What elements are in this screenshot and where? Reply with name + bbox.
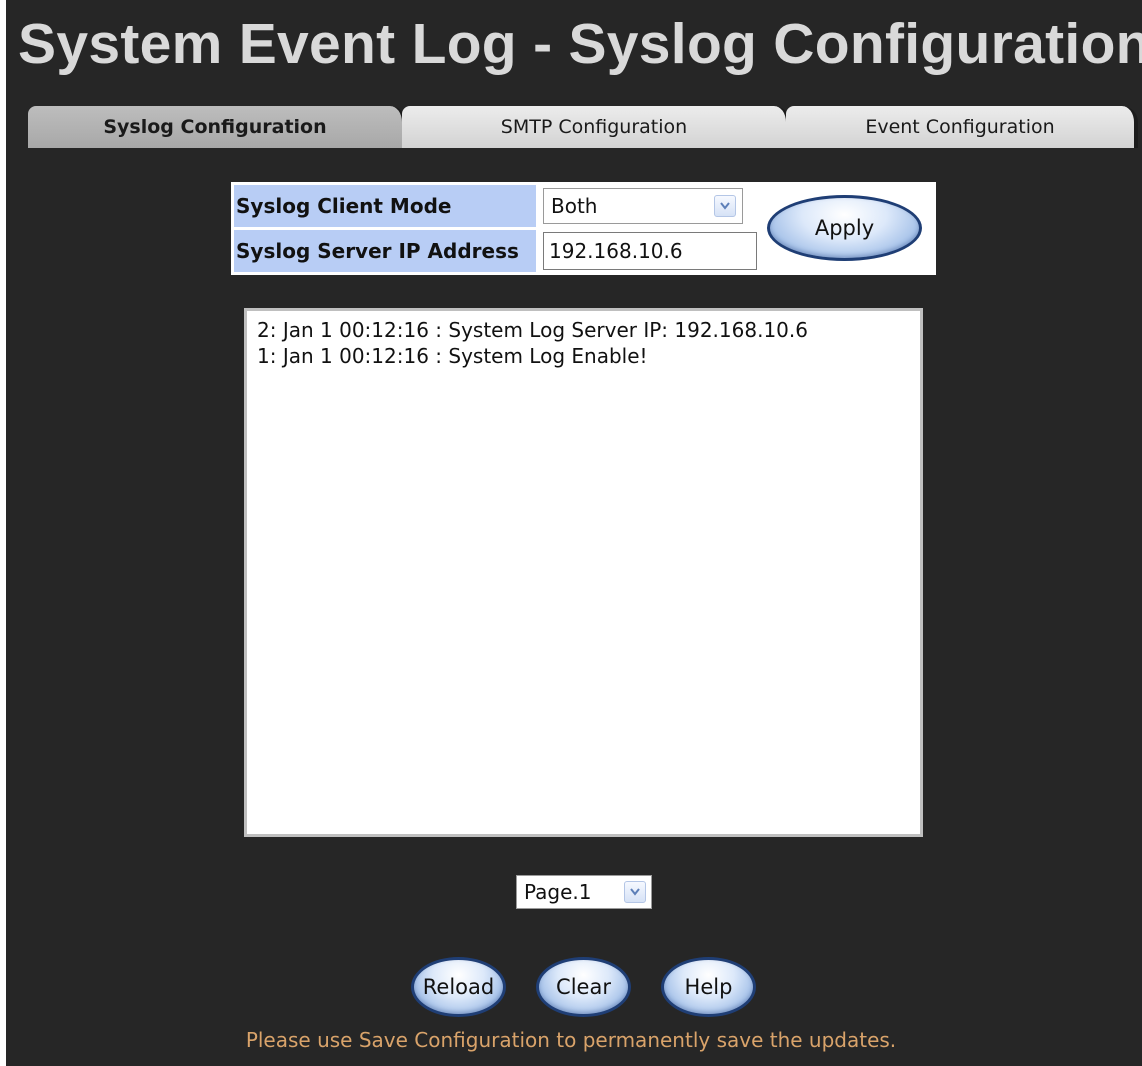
server-ip-input[interactable] bbox=[543, 232, 757, 270]
chevron-down-icon[interactable] bbox=[624, 881, 646, 903]
reload-button-label: Reload bbox=[422, 975, 495, 999]
clear-button-label: Clear bbox=[556, 975, 611, 999]
page-frame: System Event Log - Syslog Configuration … bbox=[6, 0, 1142, 1066]
client-mode-select[interactable]: Both bbox=[543, 188, 743, 224]
tab-event-configuration[interactable]: Event Configuration bbox=[786, 106, 1138, 148]
tab-label: Syslog Configuration bbox=[103, 116, 327, 138]
client-mode-value: Both bbox=[551, 194, 598, 218]
save-notice: Please use Save Configuration to permane… bbox=[245, 1028, 897, 1052]
reload-button[interactable]: Reload bbox=[411, 957, 506, 1017]
page-title: System Event Log - Syslog Configuration bbox=[18, 12, 1142, 76]
chevron-down-icon[interactable] bbox=[714, 195, 736, 217]
page-select-value: Page.1 bbox=[524, 880, 592, 904]
tab-label: Event Configuration bbox=[865, 116, 1055, 138]
server-ip-label: Syslog Server IP Address bbox=[234, 230, 536, 272]
tab-label: SMTP Configuration bbox=[500, 116, 688, 138]
apply-button[interactable]: Apply bbox=[767, 195, 922, 261]
clear-button[interactable]: Clear bbox=[536, 957, 631, 1017]
help-button[interactable]: Help bbox=[661, 957, 756, 1017]
tab-smtp-configuration[interactable]: SMTP Configuration bbox=[402, 106, 790, 148]
system-log-list[interactable]: 2: Jan 1 00:12:16 : System Log Server IP… bbox=[244, 308, 923, 837]
log-entry: 1: Jan 1 00:12:16 : System Log Enable! bbox=[257, 344, 648, 368]
log-entry: 2: Jan 1 00:12:16 : System Log Server IP… bbox=[257, 318, 808, 342]
help-button-label: Help bbox=[684, 975, 733, 999]
syslog-config-panel: Syslog Client Mode Both Syslog Server IP… bbox=[231, 182, 936, 275]
apply-button-label: Apply bbox=[814, 216, 875, 240]
tab-syslog-configuration[interactable]: Syslog Configuration bbox=[28, 106, 406, 148]
client-mode-label: Syslog Client Mode bbox=[234, 185, 536, 227]
tab-strip: Syslog Configuration SMTP Configuration … bbox=[28, 106, 1138, 148]
page-select[interactable]: Page.1 bbox=[516, 875, 652, 909]
